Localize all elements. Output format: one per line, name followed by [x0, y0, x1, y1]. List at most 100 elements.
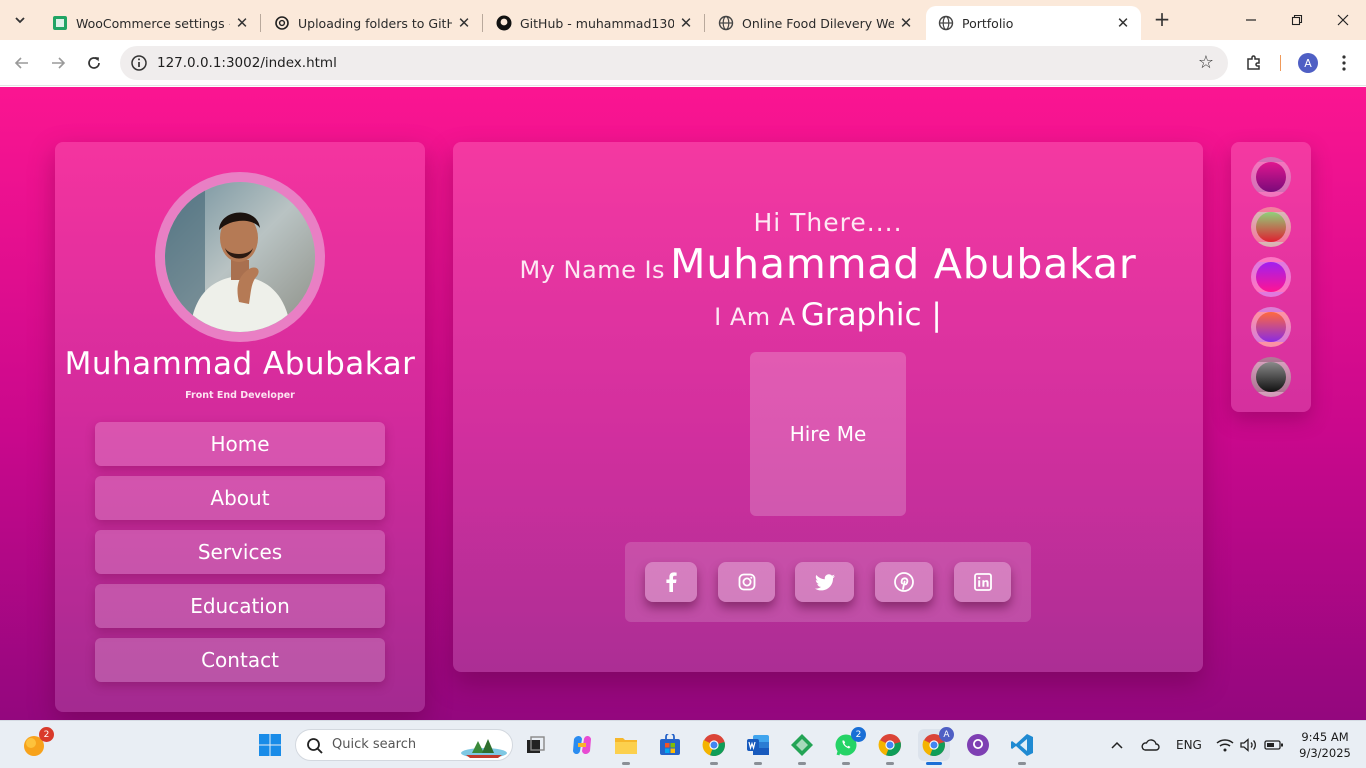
new-tab-button[interactable]: +: [1150, 8, 1174, 32]
pinterest-icon: [894, 572, 914, 592]
close-icon[interactable]: ✕: [456, 14, 472, 32]
tab-title: Portfolio: [962, 15, 1014, 31]
close-icon[interactable]: ✕: [234, 14, 250, 32]
restore-button[interactable]: [1274, 0, 1320, 40]
volume-button[interactable]: [1240, 721, 1258, 768]
theme-swatch-purple-pink[interactable]: [1251, 257, 1291, 297]
running-indicator: [886, 762, 894, 765]
file-explorer-button[interactable]: [610, 729, 642, 765]
address-bar[interactable]: 127.0.0.1:3002/index.html ☆: [120, 46, 1228, 80]
diamond-app-icon: [791, 734, 813, 756]
close-window-button[interactable]: [1320, 0, 1366, 40]
search-highlight-icon: [461, 739, 507, 758]
more-vertical-icon: [1342, 55, 1346, 71]
github-desktop-button[interactable]: [962, 729, 994, 761]
wifi-button[interactable]: [1216, 721, 1234, 768]
chevron-down-icon: [15, 17, 25, 24]
word-button[interactable]: [742, 729, 774, 765]
hero-name: Muhammad Abubakar: [670, 240, 1137, 288]
active-indicator: [926, 762, 942, 765]
reload-button[interactable]: [80, 49, 108, 77]
pinterest-link[interactable]: [875, 562, 933, 602]
hero-name-prefix: My Name Is: [519, 256, 666, 284]
facebook-link[interactable]: [645, 562, 697, 602]
battery-icon: [1264, 740, 1283, 750]
vscode-button[interactable]: [1006, 729, 1038, 765]
menu-item-contact[interactable]: Contact: [95, 638, 385, 682]
github-icon: [496, 15, 512, 31]
browser-tab[interactable]: WooCommerce settings ‹ W ✕: [40, 6, 261, 40]
theme-swatch-green-red[interactable]: [1251, 207, 1291, 247]
wifi-icon: [1216, 739, 1234, 752]
extensions-button[interactable]: [1240, 49, 1268, 77]
profile-role: Front End Developer: [185, 390, 295, 401]
forward-button[interactable]: [44, 49, 72, 77]
theme-color-switcher: [1231, 142, 1311, 412]
clock-date: 9/3/2025: [1299, 746, 1351, 760]
whatsapp-badge: 2: [851, 727, 866, 742]
tab-divider: [482, 14, 483, 32]
task-view-button[interactable]: [520, 729, 552, 761]
browser-menu-button[interactable]: [1330, 49, 1358, 77]
twitter-link[interactable]: [795, 562, 854, 602]
running-indicator: [754, 762, 762, 765]
vscode-icon: [1011, 734, 1033, 756]
profile-photo: [165, 182, 315, 332]
copilot-button[interactable]: [566, 729, 598, 761]
menu-item-education[interactable]: Education: [95, 584, 385, 628]
person-photo-icon: [165, 182, 315, 332]
chrome-icon: [878, 734, 901, 757]
hero-role-prefix: I Am A: [714, 303, 796, 331]
theme-swatch-gray-black[interactable]: [1251, 357, 1291, 397]
hero-name-line: My Name Is Muhammad Abubakar: [453, 240, 1203, 288]
minimize-icon: [1246, 19, 1256, 21]
taskbar-search[interactable]: Quick search: [295, 729, 513, 761]
close-icon[interactable]: ✕: [678, 14, 694, 32]
reload-icon: [88, 57, 100, 69]
browser-tab-active[interactable]: Portfolio ✕: [926, 6, 1141, 40]
theme-swatch-orange-violet[interactable]: [1251, 307, 1291, 347]
tab-title: Online Food Dilevery Websit: [742, 15, 894, 31]
bookmark-star-icon[interactable]: ☆: [1198, 52, 1214, 73]
whatsapp-button[interactable]: 2: [830, 727, 866, 765]
info-icon[interactable]: [130, 54, 148, 72]
chrome-active-button[interactable]: A: [918, 727, 954, 765]
microsoft-store-button[interactable]: [654, 729, 686, 761]
profile-name: Muhammad Abubakar: [64, 346, 416, 382]
chevron-up-icon: [1111, 741, 1123, 749]
hire-me-button[interactable]: Hire Me: [750, 352, 906, 516]
linkedin-link[interactable]: [954, 562, 1011, 602]
globe-icon: [718, 15, 734, 31]
puzzle-icon: [1247, 55, 1260, 70]
menu-item-home[interactable]: Home: [95, 422, 385, 466]
instagram-link[interactable]: [718, 562, 775, 602]
store-icon: [660, 734, 680, 755]
battery-button[interactable]: [1264, 721, 1284, 768]
onedrive-button[interactable]: [1140, 721, 1160, 768]
chrome-profile-2-button[interactable]: [874, 729, 906, 765]
tab-title: Uploading folders to GitHub: [298, 15, 452, 31]
minimize-button[interactable]: [1228, 0, 1274, 40]
close-icon[interactable]: ✕: [1115, 14, 1131, 32]
back-button[interactable]: [8, 49, 36, 77]
chrome-profile-1-button[interactable]: [698, 729, 730, 765]
browser-tab[interactable]: GitHub - muhammad13034/ ✕: [484, 6, 705, 40]
app-button[interactable]: [786, 729, 818, 765]
start-button[interactable]: [254, 729, 286, 761]
hero-role-typed: Graphic |: [800, 297, 942, 333]
clock-time: 9:45 AM: [1301, 730, 1349, 744]
browser-tab[interactable]: Uploading folders to GitHub ✕: [262, 6, 483, 40]
running-indicator: [1018, 762, 1026, 765]
tray-overflow-button[interactable]: [1110, 721, 1124, 768]
browser-tab[interactable]: Online Food Dilevery Websit ✕: [706, 6, 924, 40]
theme-swatch-magenta[interactable]: [1251, 157, 1291, 197]
weather-widget[interactable]: 2: [18, 727, 54, 761]
menu-item-about[interactable]: About: [95, 476, 385, 520]
tab-search-button[interactable]: [6, 6, 34, 34]
profile-button[interactable]: A: [1294, 49, 1322, 77]
close-icon[interactable]: ✕: [898, 14, 914, 32]
language-indicator[interactable]: ENG: [1176, 721, 1202, 768]
menu-item-services[interactable]: Services: [95, 530, 385, 574]
taskbar-clock[interactable]: 9:45 AM 9/3/2025: [1290, 729, 1360, 761]
address-url[interactable]: 127.0.0.1:3002/index.html: [157, 46, 337, 80]
